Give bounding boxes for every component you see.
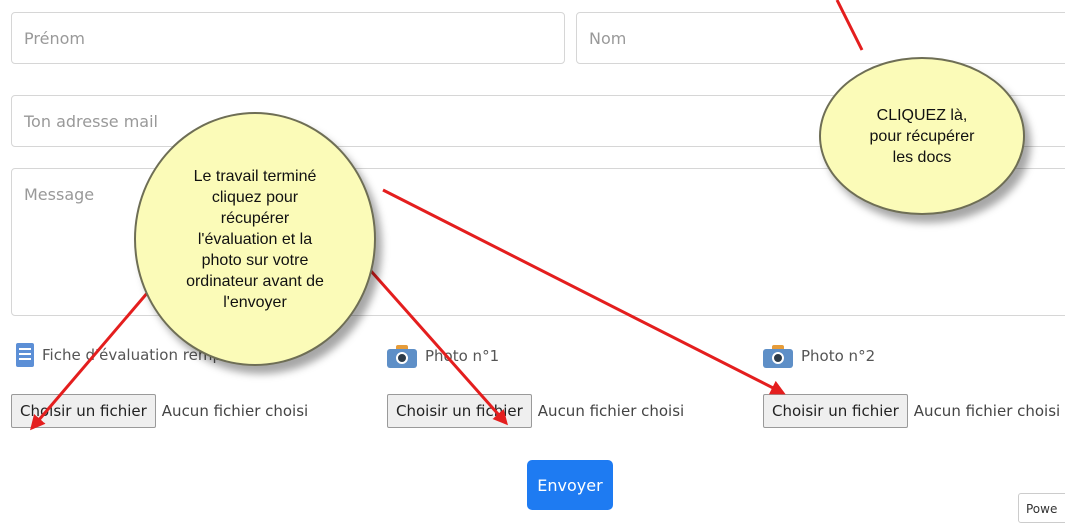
callout-line: récupérer [220, 209, 290, 227]
submit-button[interactable]: Envoyer [527, 460, 613, 510]
lastname-input[interactable]: Nom [576, 12, 1065, 64]
camera-icon [387, 344, 417, 368]
firstname-input[interactable]: Prénom [11, 12, 565, 64]
attachment-label-photo-1: Photo n°1 [387, 344, 499, 368]
file-input-photo-1[interactable]: Choisir un fichier Aucun fichier choisi [387, 394, 684, 428]
callout-line: CLIQUEZ là, [876, 106, 968, 124]
document-icon [16, 343, 34, 367]
attachment-label-photo-2: Photo n°2 [763, 344, 875, 368]
file-status: Aucun fichier choisi [537, 402, 685, 420]
callout-instructions: Le travail terminé cliquez pour récupére… [134, 112, 376, 366]
file-input-photo-2[interactable]: Choisir un fichier Aucun fichier choisi [763, 394, 1060, 428]
lastname-placeholder: Nom [589, 29, 627, 48]
attachment-label-text: Photo n°2 [801, 347, 876, 365]
callout-line: pour récupérer [869, 127, 975, 145]
file-input-evaluation[interactable]: Choisir un fichier Aucun fichier choisi [11, 394, 308, 428]
choose-file-button[interactable]: Choisir un fichier [763, 394, 908, 428]
choose-file-button[interactable]: Choisir un fichier [387, 394, 532, 428]
callout-line: cliquez pour [211, 188, 299, 206]
attachment-label-text: Photo n°1 [425, 347, 500, 365]
callout-line: l'envoyer [223, 293, 287, 311]
firstname-placeholder: Prénom [24, 29, 85, 48]
file-status: Aucun fichier choisi [913, 402, 1061, 420]
file-status: Aucun fichier choisi [161, 402, 309, 420]
callout-click-here: CLIQUEZ là, pour récupérer les docs [819, 57, 1025, 215]
choose-file-button[interactable]: Choisir un fichier [11, 394, 156, 428]
callout-line: ordinateur avant de [186, 272, 324, 290]
callout-line: l'évaluation et la [197, 230, 313, 248]
callout-line: Le travail terminé [193, 167, 317, 185]
camera-icon [763, 344, 793, 368]
callout-line: photo sur votre [201, 251, 309, 269]
callout-line: les docs [892, 148, 952, 166]
